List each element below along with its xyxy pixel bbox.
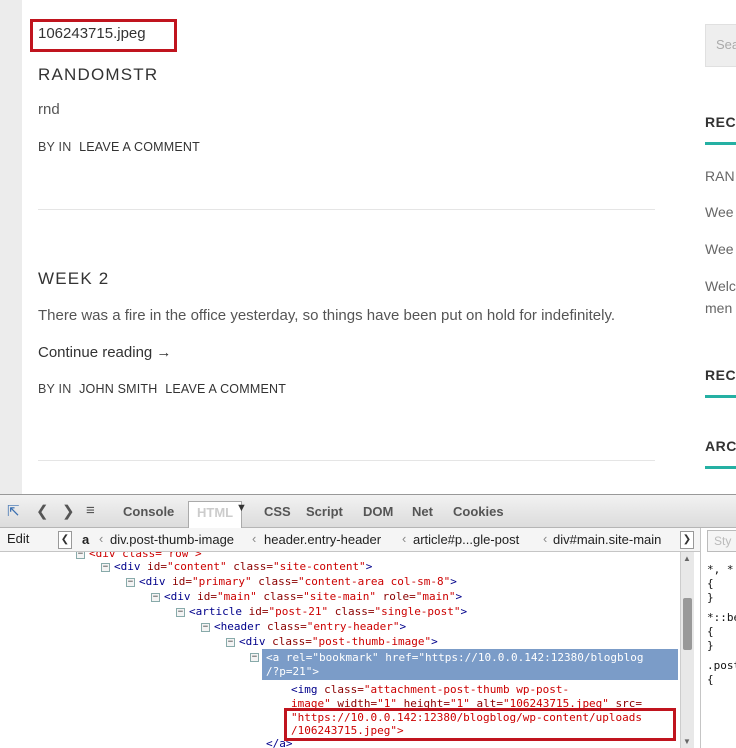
css-rule-text: *::be (707, 611, 736, 624)
collapse-icon[interactable]: − (176, 608, 185, 617)
post-author-link[interactable]: JOHN SMITH (79, 382, 157, 396)
scrollbar-thumb[interactable] (683, 598, 692, 650)
post-meta-by: BY IN (38, 382, 72, 396)
tab-css[interactable]: CSS (264, 504, 291, 519)
sidebar-link-welcome-cont[interactable]: men (705, 300, 732, 316)
post-meta-week-2: BY IN JOHN SMITH LEAVE A COMMENT (38, 382, 290, 396)
collapse-icon[interactable]: − (151, 593, 160, 602)
breadcrumb-separator-icon: ‹ (252, 531, 257, 546)
style-side-panel: Sty *, * { } *::be { } .post { (700, 528, 736, 748)
inspect-element-icon[interactable]: ⇱ (7, 502, 20, 520)
css-rule-text: *, * (707, 563, 734, 576)
tab-script[interactable]: Script (306, 504, 343, 519)
css-rule-text: .post (707, 659, 736, 672)
breadcrumb-scroll-left-icon[interactable]: ❮ (58, 531, 72, 549)
breadcrumb-scroll-right-icon[interactable]: ❯ (680, 531, 694, 549)
forward-arrow-icon[interactable]: ❯ (62, 502, 75, 520)
collapse-icon[interactable]: − (76, 552, 85, 559)
tree-scrollbar[interactable]: ▲ ▼ (680, 552, 694, 748)
tab-html[interactable]: HTML (188, 501, 243, 528)
post-meta-by: BY IN (38, 140, 72, 154)
post-divider (38, 460, 655, 461)
sidebar-heading-underline (705, 142, 736, 145)
css-rule-text: } (707, 591, 714, 604)
breadcrumb-separator-icon: ‹ (402, 531, 407, 546)
continue-reading-link[interactable]: Continue reading → (38, 344, 171, 361)
collapse-icon[interactable]: − (126, 578, 135, 587)
image-filename-text: 106243715.jpeg (38, 25, 146, 42)
selected-tree-node[interactable]: <a rel="bookmark" href="https://10.0.0.1… (262, 649, 678, 680)
sidebar-link-week[interactable]: Wee (705, 241, 734, 257)
post-divider (38, 209, 655, 210)
post-title-randomstr[interactable]: RANDOMSTR (38, 65, 158, 85)
screen: 106243715.jpeg RANDOMSTR rnd BY IN LEAVE… (0, 0, 736, 748)
sidebar-heading-archives: ARC (705, 438, 736, 454)
collapse-icon[interactable]: − (226, 638, 235, 647)
breadcrumb-separator-icon: ‹ (99, 531, 104, 546)
tree-node[interactable]: − <div class="post-thumb-image"> (226, 634, 438, 649)
chevron-down-icon[interactable]: ▼ (236, 502, 247, 514)
image-url-highlight-box (284, 708, 676, 741)
tree-node[interactable]: − <header class="entry-header"> (201, 619, 406, 634)
command-line-icon[interactable]: ≡ (86, 502, 95, 519)
sidebar-link-week[interactable]: Wee (705, 204, 734, 220)
breadcrumb-item[interactable]: div#main.site-main (553, 532, 661, 547)
tab-net[interactable]: Net (412, 504, 433, 519)
sidebar-link-randomstr[interactable]: RAN (705, 168, 735, 184)
scroll-up-icon[interactable]: ▲ (683, 554, 691, 563)
back-arrow-icon[interactable]: ❮ (36, 502, 49, 520)
post-title-week-2[interactable]: WEEK 2 (38, 269, 109, 289)
tree-node[interactable]: − <div id="main" class="site-main" role="… (151, 589, 462, 604)
selected-node-line: <a rel="bookmark" href="https://10.0.0.1… (266, 651, 644, 664)
post-body-week-2: There was a fire in the office yesterday… (38, 307, 616, 324)
devtools-toolbar: ⇱ ❮ ❯ ≡ Console HTML ▼ CSS Script DOM Ne… (0, 495, 736, 528)
css-rule-text: { (707, 625, 714, 638)
sidebar-link-welcome[interactable]: Welc (705, 278, 736, 294)
tree-node[interactable]: − <div id="content" class="site-content"> (101, 559, 372, 574)
sidebar-heading-underline (705, 466, 736, 469)
css-rule-text: { (707, 577, 714, 590)
tab-cookies[interactable]: Cookies (453, 504, 504, 519)
collapse-icon[interactable]: − (250, 653, 259, 662)
breadcrumb-separator-icon: ‹ (543, 531, 548, 546)
breadcrumb-item[interactable]: header.entry-header (264, 532, 381, 547)
collapse-icon[interactable]: − (101, 563, 110, 572)
tree-node[interactable]: − <article id="post-21" class="single-pos… (176, 604, 467, 619)
edit-button[interactable]: Edit (7, 531, 29, 546)
sidebar-heading-recent-comments: REC (705, 367, 736, 383)
css-rule-text: { (707, 673, 714, 686)
collapse-icon[interactable]: − (201, 623, 210, 632)
post-body-randomstr: rnd (38, 101, 60, 118)
scroll-down-icon[interactable]: ▼ (683, 737, 691, 746)
leave-comment-link[interactable]: LEAVE A COMMENT (165, 382, 286, 396)
selected-node-line: /?p=21"> (266, 665, 319, 678)
post-meta-randomstr: BY IN LEAVE A COMMENT (38, 140, 204, 154)
tree-node[interactable]: <img class="attachment-post-thumb wp-pos… (291, 682, 569, 697)
css-rule-text: } (707, 639, 714, 652)
sidebar-heading-recent-posts: REC (705, 114, 736, 130)
tab-style[interactable]: Sty (707, 530, 736, 552)
tree-node[interactable]: − <div id="primary" class="content-area c… (126, 574, 457, 589)
breadcrumb: Edit ❮ a ‹ div.post-thumb-image ‹ header… (0, 528, 700, 552)
tab-console[interactable]: Console (123, 504, 174, 519)
search-input[interactable]: Sear (705, 24, 736, 67)
breadcrumb-item[interactable]: a (82, 532, 89, 547)
search-placeholder: Sear (716, 37, 736, 52)
sidebar-heading-underline (705, 395, 736, 398)
leave-comment-link[interactable]: LEAVE A COMMENT (79, 140, 200, 154)
breadcrumb-item[interactable]: article#p...gle-post (413, 532, 519, 547)
breadcrumb-item[interactable]: div.post-thumb-image (110, 532, 234, 547)
tab-dom[interactable]: DOM (363, 504, 393, 519)
blog-page: 106243715.jpeg RANDOMSTR rnd BY IN LEAVE… (0, 0, 736, 494)
